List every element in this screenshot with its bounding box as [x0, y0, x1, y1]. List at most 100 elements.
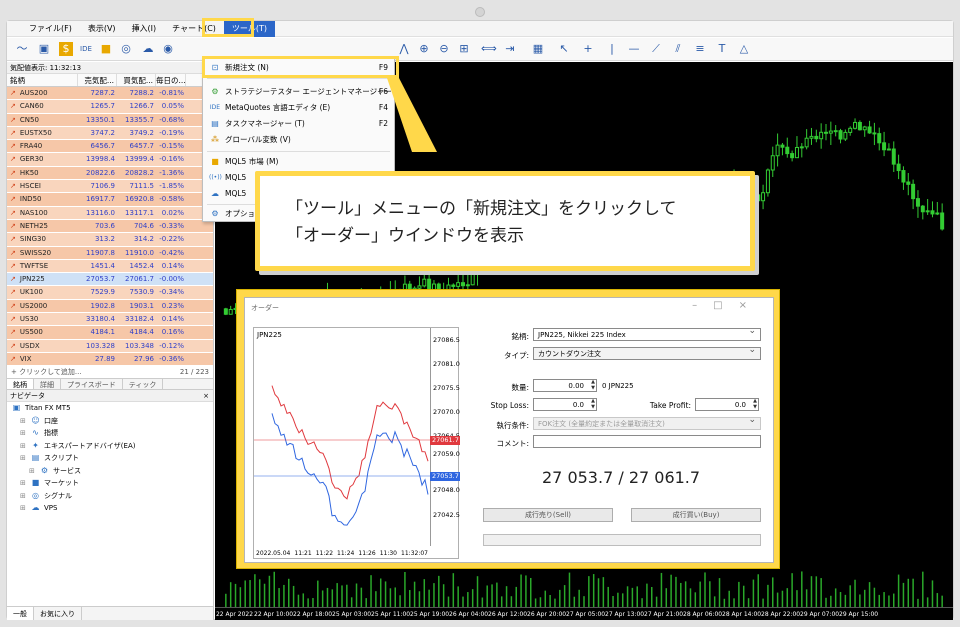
candle-body [465, 284, 470, 287]
take-profit-value: 0.0 [734, 401, 746, 409]
table-row[interactable]: ↗ SING30 313.2 314.2 -0.22% [7, 233, 213, 247]
table-row[interactable]: ↗ VIX 27.89 27.96 -0.36% [7, 352, 213, 367]
navigator-item[interactable]: ⊞ ▤ スクリプト [7, 452, 213, 465]
add-symbol-link[interactable]: + クリックして追加... [11, 366, 82, 378]
navigator-item-label: 指標 [44, 429, 58, 438]
table-row[interactable]: ↗ NETH25 703.6 704.6 -0.33% [7, 219, 213, 234]
window-controls: –□× [692, 300, 763, 311]
price-tick-label: 27075.5 [433, 384, 460, 392]
tree-expander[interactable]: ⊞ [20, 415, 30, 428]
fill-policy-select[interactable]: FOK注文 (全量約定または全量取消注文) [533, 417, 761, 430]
time-tick-label: 11:21 [294, 550, 312, 557]
tab-details[interactable]: 詳細 [34, 379, 61, 390]
order-type-select[interactable]: カウントダウン注文 [533, 347, 761, 360]
symbol-select[interactable]: JPN225, Nikkei 225 Index [533, 328, 761, 341]
volume-unit: 0 JPN225 [602, 382, 634, 390]
tree-expander[interactable]: ⊞ [20, 490, 30, 503]
candle-body [422, 278, 427, 287]
tree-expander[interactable]: ⊞ [20, 452, 30, 465]
price-tick-label: 27070.0 [433, 408, 460, 416]
maximize-icon[interactable]: □ [713, 300, 738, 311]
navigator-item[interactable]: ▣ Titan FX MT5 [7, 402, 213, 415]
tab-ticks[interactable]: ティック [123, 379, 164, 390]
order-dialog-title: オーダー [251, 304, 279, 312]
symbol-cell: ↗ TWFTSE [10, 261, 49, 270]
comment-label: コメント: [496, 439, 529, 448]
tree-expander[interactable]: ⊞ [20, 427, 30, 440]
close-icon[interactable]: × [739, 300, 763, 311]
time-tick-label: 26 Apr 20:00 [527, 611, 566, 618]
time-tick-label: 29 Apr 07:00 [800, 611, 839, 618]
table-row[interactable]: ↗ SWISS20 11907.8 11910.0 -0.42% [7, 246, 213, 260]
candle-body [223, 308, 228, 315]
table-row[interactable]: ↗ TWFTSE 1451.4 1452.4 0.14% [7, 259, 213, 274]
minimize-icon[interactable]: – [692, 300, 713, 311]
symbol-cell: ↗ US30 [10, 315, 39, 324]
order-dialog: オーダー –□× JPN225 27086.5 27081.0 27075.5 270… [244, 297, 774, 563]
time-tick-label: 27 Apr 21:00 [644, 611, 683, 618]
candle-body [470, 273, 475, 286]
services-icon: ⚙ [40, 465, 49, 475]
tree-expander[interactable]: ⊞ [29, 465, 39, 478]
table-row[interactable]: ↗ US500 4184.1 4184.4 0.16% [7, 326, 213, 340]
navigator-item[interactable]: ⊞ ⚙ サービス [7, 465, 213, 478]
stepper-icon[interactable]: ▲ ▼ [753, 399, 757, 410]
navigator-item-label: Titan FX MT5 [25, 404, 71, 413]
tree-expander[interactable]: ⊞ [20, 440, 30, 453]
scripts-icon: ▤ [31, 453, 40, 463]
stepper-icon[interactable]: ▲ ▼ [591, 380, 595, 391]
tab-favorites[interactable]: お気に入り [34, 607, 82, 620]
table-row[interactable]: ↗ US30 33180.4 33182.4 0.14% [7, 313, 213, 327]
tab-common[interactable]: 一般 [7, 607, 34, 620]
bid-cell: 4184.1 [90, 328, 116, 337]
bid-cell: 313.2 [94, 235, 115, 244]
trend-arrow-icon: ↗ [10, 221, 16, 230]
time-tick-label: 27 Apr 05:00 [566, 611, 605, 618]
candle-body [228, 308, 233, 315]
navigator-item-label: エキスパートアドバイザ(EA) [44, 441, 136, 450]
tab-priceboard[interactable]: プライスボード [61, 379, 123, 390]
symbol-label: 銘柄: [511, 332, 529, 341]
bid-cell: 11907.8 [86, 248, 115, 257]
price-tick-label: 27081.0 [433, 360, 460, 368]
comment-input[interactable] [533, 435, 761, 448]
candle-body [451, 284, 456, 287]
buy-market-button[interactable]: 成行買い(Buy) [631, 508, 761, 522]
navigator-item[interactable]: ⊞ ◎ シグナル [7, 490, 213, 503]
table-row[interactable]: ↗ USDX 103.328 103.348 -0.12% [7, 339, 213, 353]
change-cell: -0.12% [159, 341, 184, 350]
navigator-item[interactable]: ⊞ ✦ エキスパートアドバイザ(EA) [7, 440, 213, 453]
stepper-icon[interactable]: ▲ ▼ [591, 399, 595, 410]
table-row[interactable]: ↗ UK100 7529.9 7530.9 -0.34% [7, 286, 213, 300]
table-row[interactable]: ↗ JPN225 27053.7 27061.7 -0.00% [7, 273, 213, 287]
navigator-item[interactable]: ⊞ ∿ 指標 [7, 427, 213, 440]
market-watch-footer: + クリックして追加... 21 / 223 [7, 366, 213, 378]
close-icon[interactable]: × [203, 390, 209, 401]
navigator-item[interactable]: ⊞ ■ マーケット [7, 477, 213, 490]
time-tick-label: 22 Apr 18:00 [293, 611, 332, 618]
tree-expander[interactable]: ⊞ [20, 502, 30, 515]
stop-loss-input[interactable]: 0.0 ▲ ▼ [533, 398, 597, 411]
ask-cell: 33182.4 [125, 315, 154, 324]
sell-market-button[interactable]: 成行売り(Sell) [483, 508, 613, 522]
callout-text: 「ツール」メニューの「新規注文」をクリックして 「オーダー」ウインドウを表示 [286, 196, 677, 250]
symbol-cell: ↗ US500 [10, 328, 43, 337]
navigator-item[interactable]: ⊞ ☁ VPS [7, 502, 213, 515]
table-row[interactable]: ↗ US2000 1902.8 1903.1 0.23% [7, 299, 213, 314]
time-tick-label: 25 Apr 11:00 [371, 611, 410, 618]
tab-symbols[interactable]: 銘柄 [7, 379, 34, 390]
time-tick-label: 26 Apr 12:00 [488, 611, 527, 618]
bid-cell: 27.89 [94, 354, 115, 363]
callout-line-1: 「ツール」メニューの「新規注文」をクリックして [286, 199, 677, 219]
callout-line-2: 「オーダー」ウインドウを表示 [286, 226, 524, 246]
change-cell: -0.42% [159, 248, 184, 257]
take-profit-input[interactable]: 0.0 ▲ ▼ [695, 398, 759, 411]
time-tick-label: 11:26 [358, 550, 376, 557]
navigator-item[interactable]: ⊞ ☺ 口座 [7, 415, 213, 428]
trend-arrow-icon: ↗ [10, 341, 16, 350]
change-cell: 0.14% [161, 261, 184, 270]
tree-expander[interactable]: ⊞ [20, 477, 30, 490]
candle-body [417, 285, 422, 289]
volume-input[interactable]: 0.00 ▲ ▼ [533, 379, 597, 392]
time-tick-label: 11:24 [337, 550, 355, 557]
